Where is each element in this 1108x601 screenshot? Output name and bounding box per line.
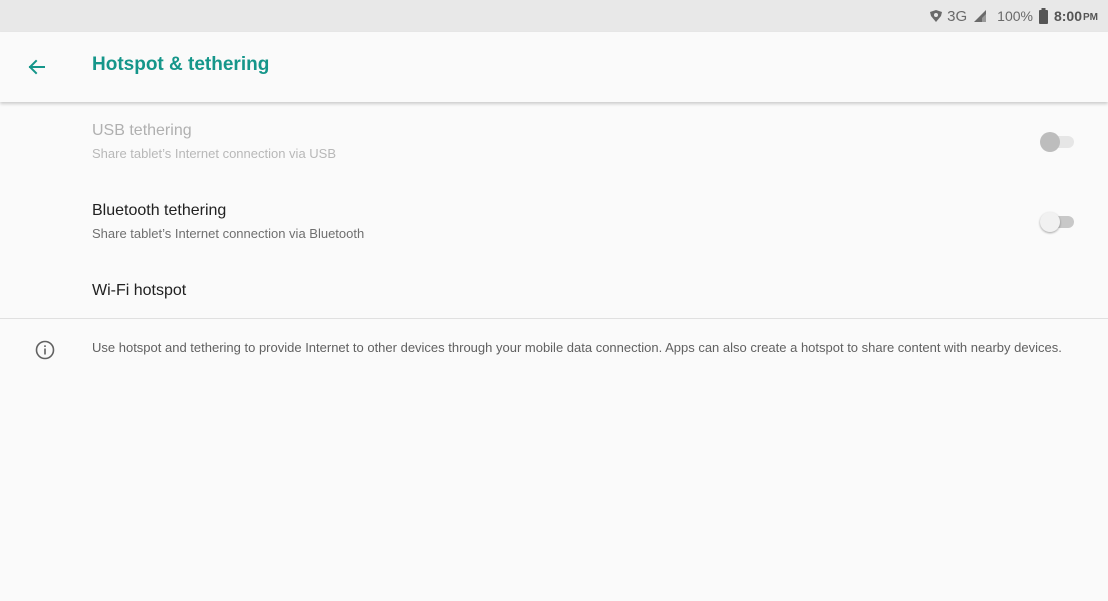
bluetooth-tethering-summary: Share tablet’s Internet connection via B… [92, 226, 365, 241]
battery-percent: 100% [997, 8, 1033, 24]
usb-tethering-row[interactable]: USB tethering Share tablet’s Internet co… [0, 110, 1108, 178]
usb-tethering-title: USB tethering [92, 122, 192, 139]
page-title: Hotspot & tethering [92, 54, 270, 75]
arrow-back-icon [28, 59, 45, 75]
back-button[interactable] [22, 53, 50, 81]
usb-tethering-switch[interactable] [1040, 132, 1076, 152]
bluetooth-tethering-row[interactable]: Bluetooth tethering Share tablet’s Inter… [0, 190, 1108, 258]
divider [0, 318, 1108, 319]
switch-thumb [1040, 132, 1060, 152]
signal-icon [973, 9, 987, 23]
clock-ampm: PM [1083, 12, 1098, 23]
bluetooth-tethering-title: Bluetooth tethering [92, 202, 227, 219]
network-type: 3G [947, 7, 968, 25]
battery-icon [1038, 8, 1048, 24]
vpn-key-icon [929, 9, 943, 23]
clock-time: 8:00 [1053, 8, 1082, 24]
status-bar: 3G 100% 8:00 PM [0, 0, 1108, 32]
bluetooth-tethering-switch[interactable] [1040, 212, 1076, 232]
switch-thumb [1040, 212, 1060, 232]
info-icon [34, 339, 56, 361]
info-description: Use hotspot and tethering to provide Int… [92, 340, 1062, 355]
wifi-hotspot-row[interactable]: Wi-Fi hotspot [0, 262, 1108, 318]
app-bar: Hotspot & tethering [0, 32, 1108, 102]
wifi-hotspot-title: Wi-Fi hotspot [92, 282, 187, 299]
usb-tethering-summary: Share tablet’s Internet connection via U… [92, 146, 337, 161]
